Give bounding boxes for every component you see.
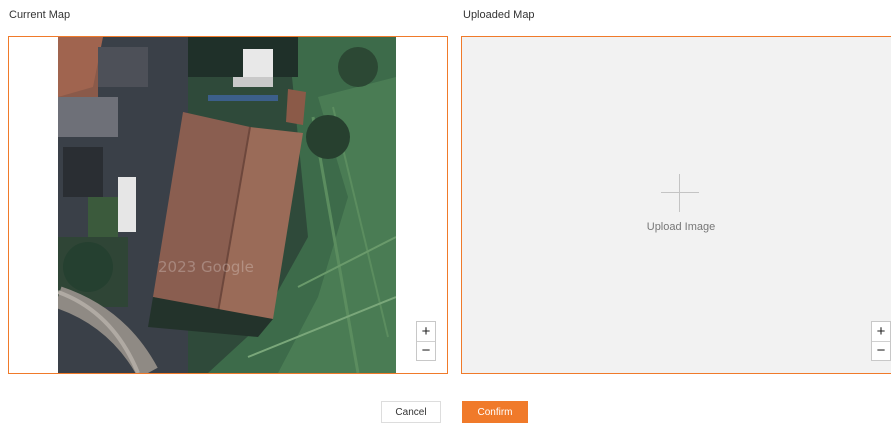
satellite-imagery: 2023 Google [58,37,396,373]
uploaded-map-zoom-control: + − [871,321,891,361]
map-watermark: 2023 Google [158,258,254,276]
uploaded-map-panel: Upload Image + − [461,36,891,374]
zoom-out-button[interactable]: − [872,340,890,361]
uploaded-map-label: Uploaded Map [463,9,535,21]
plus-icon [661,174,699,212]
upload-image-dropzone[interactable]: Upload Image [462,37,891,373]
current-map-panel: 2023 Google + − [8,36,448,374]
zoom-in-button[interactable]: + [872,322,890,341]
zoom-in-button[interactable]: + [417,322,435,341]
current-map-label: Current Map [9,9,71,21]
map-comparison-page: Current Map Uploaded Map 2023 Google + −… [0,0,891,423]
confirm-button[interactable]: Confirm [462,401,528,423]
cancel-button[interactable]: Cancel [381,401,441,423]
satellite-map-image[interactable]: 2023 Google [58,37,396,373]
current-map-zoom-control: + − [416,321,436,361]
zoom-out-button[interactable]: − [417,340,435,361]
upload-image-label: Upload Image [646,221,716,233]
